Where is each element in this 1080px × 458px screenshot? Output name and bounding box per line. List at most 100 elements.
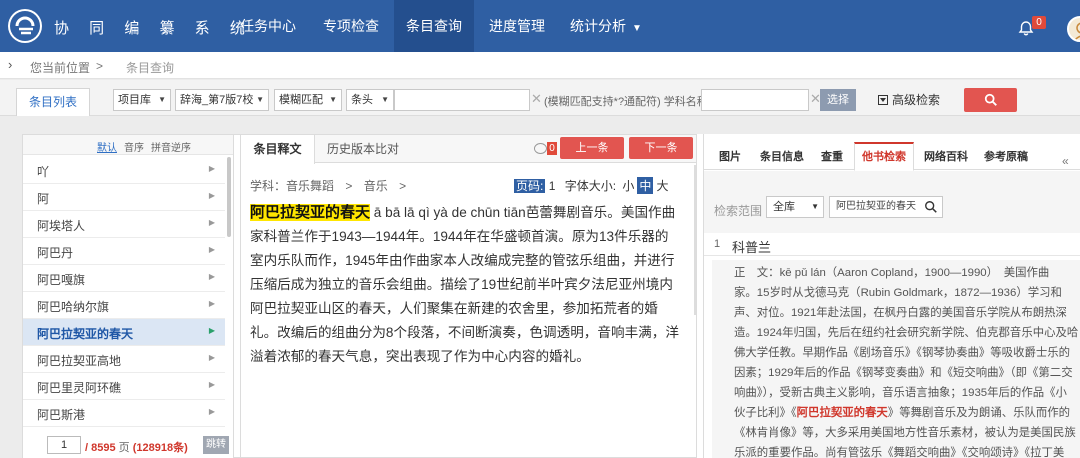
nav-statistics[interactable]: 统计分析 ▼ [560,0,652,52]
tab-entry-info[interactable]: 条目信息 [754,142,810,170]
chevron-right-icon: ▶ [208,353,215,362]
match-mode-value: 模糊匹配 [279,94,323,106]
list-item-label: 阿 [37,192,50,206]
list-item[interactable]: 阿巴嘎旗 ▶ [23,265,225,292]
tab-images[interactable]: 图片 [712,142,748,170]
nav-statistics-label: 统计分析 [570,18,627,34]
list-item[interactable]: 阿巴斯港 ▶ [23,400,225,427]
nav-task-center[interactable]: 任务中心 [228,0,308,52]
tab-version-compare[interactable]: 历史版本比对 [317,135,409,163]
system-title: 协 同 编 纂 系 统 [54,20,253,37]
page-unit: 页 [118,442,130,454]
chevron-down-icon: ▼ [811,202,819,211]
entry-body: 阿巴拉契亚的春天 ā bā lā qì yà de chūn tiān芭蕾舞剧音… [250,201,682,369]
list-item[interactable]: 阿巴哈纳尔旗 ▶ [23,292,225,319]
choose-subject-button[interactable]: 选择 [820,89,856,111]
list-item[interactable]: 阿巴里灵阿环礁 ▶ [23,373,225,400]
keyword-input[interactable] [394,89,530,111]
tab-entry-text[interactable]: 条目释文 [241,135,315,164]
collapse-panel-icon[interactable]: « [1062,154,1069,168]
subject-input[interactable] [701,89,809,111]
sort-bar: 默认 音序 拼音逆序 [23,135,233,155]
field-select[interactable]: 条头 ▼ [346,89,394,111]
breadcrumb-separator: > [96,59,104,73]
advanced-search-toggle[interactable]: 高级检索 [878,91,940,108]
result-header[interactable]: 1 科普兰 [704,234,1080,256]
font-medium-button[interactable]: 中 [637,177,654,194]
sort-default[interactable]: 默认 [97,139,117,154]
subject-path: 学科：音乐舞蹈 > 音乐 > [250,177,406,194]
detail-tabs: 条目释文 历史版本比对 0 上一条 下一条 [241,135,696,164]
previous-entry-button[interactable]: 上一条 [560,137,624,159]
font-small-button[interactable]: 小 [620,177,636,194]
sort-pinyin-reverse[interactable]: 拼音逆序 [151,139,191,154]
user-avatar[interactable] [1067,16,1080,42]
next-entry-button[interactable]: 下一条 [629,137,693,159]
clear-keyword-icon[interactable]: ✕ [531,91,542,107]
tab-duplicate-check[interactable]: 查重 [814,142,850,170]
library-select[interactable]: 项目库 ▼ [113,89,171,111]
app-logo[interactable] [8,9,42,43]
chevron-right-icon: ▶ [208,191,215,200]
nav-progress-management[interactable]: 进度管理 [476,0,558,52]
chevron-right-icon: ▶ [208,380,215,389]
result-line: 家。15岁时从戈德马克（Rubin Goldmark，1872—1936）学习和 [734,287,1062,299]
result-line: 乐派的重要作品。尚有管弦乐《舞蹈交响曲》《交响颂诗》《拉丁美 [734,447,1065,458]
chevron-right-icon: ▶ [208,299,215,308]
search-hint: (模糊匹配支持*?通配符) 学科名称 [544,96,708,108]
match-mode-select[interactable]: 模糊匹配 ▼ [274,89,342,111]
search-toolbar: 条目列表 项目库 ▼ 辞海_第7版7校 ▼ 模糊匹配 ▼ 条头 ▼ ✕ (模糊匹配支持*… [0,80,1080,116]
scope-label: 检索范围 [714,204,763,218]
tab-other-books-search[interactable]: 他书检索 [854,142,914,171]
result-line: 声、对位。1921年赴法国，在枫丹白露的美国音乐学院从布朗热深 [734,307,1067,319]
comment-icon[interactable] [534,143,547,154]
breadcrumb-current: 条目查询 [126,61,175,75]
nav-special-check[interactable]: 专项检查 [310,0,392,52]
chevron-down-icon: ▼ [632,23,642,34]
search-button[interactable] [964,88,1017,112]
page-number-input[interactable]: 1 [47,436,81,454]
list-item[interactable]: 阿巴拉契亚高地 ▶ [23,346,225,373]
comment-badge: 0 [547,142,557,155]
list-item-label: 阿埃塔人 [37,219,86,233]
entry-list-scrollbar[interactable] [227,157,231,237]
list-item-label: 阿巴拉契亚的春天 [37,327,134,341]
chevron-down-icon: ▼ [158,95,166,104]
list-item[interactable]: 阿埃塔人 ▶ [23,211,225,238]
result-body: 正 文：kē pǔ lán（Aaron Copland，1900—1990） 美… [712,260,1080,458]
search-icon[interactable] [924,200,938,214]
reference-panel: 图片 条目信息 查重 他书检索 网络百科 参考原稿 « 检索范围 全库 ▼ 阿巴拉… [703,134,1080,458]
list-item[interactable]: 吖 ▶ [23,157,225,184]
tab-web-encyclopedia[interactable]: 网络百科 [918,142,974,170]
edition-select[interactable]: 辞海_第7版7校 ▼ [175,89,269,111]
list-item[interactable]: 阿巴拉契亚的春天 ▶ [23,319,225,346]
app-logo-icon [10,11,40,41]
chevron-right-icon: ▶ [208,407,215,416]
list-item-label: 阿巴哈纳尔旗 [37,300,110,314]
result-line: 因素；1929年后的作品《钢琴变奏曲》和《短交响曲》（即《第二交 [734,367,1073,379]
font-size-label: 字体大小: [564,179,617,193]
breadcrumb-arrow-icon: › [8,57,13,72]
jump-button[interactable]: 跳转 [203,436,229,454]
list-item[interactable]: 阿巴丹 ▶ [23,238,225,265]
sort-phonetic[interactable]: 音序 [124,139,144,154]
scope-select[interactable]: 全库 ▼ [766,196,824,218]
breadcrumb-location: 您当前位置 [30,61,91,75]
field-select-value: 条头 [351,94,373,106]
tab-reference-manuscript[interactable]: 参考原稿 [978,142,1034,170]
tab-entry-list[interactable]: 条目列表 [16,88,90,116]
font-large-button[interactable]: 大 [654,177,670,194]
chevron-right-icon: ▶ [208,218,215,227]
detail-scrollbar[interactable] [694,165,696,315]
chevron-right-icon: ▶ [208,326,215,335]
chevron-down-icon: ▼ [381,95,389,104]
nav-entry-query[interactable]: 条目查询 [394,0,474,52]
list-item[interactable]: 阿 ▶ [23,184,225,211]
chevron-right-icon: ▶ [208,164,215,173]
scope-query-input[interactable]: 阿巴拉契亚的春天 [829,196,943,218]
entry-detail-panel: 条目释文 历史版本比对 0 上一条 下一条 学科：音乐舞蹈 > 音乐 > 页码:… [240,134,697,458]
list-item-label: 阿巴里灵阿环礁 [37,381,122,395]
result-index: 1 [714,238,721,250]
chevron-down-icon: ▼ [329,95,337,104]
list-item-label: 阿巴嘎旗 [37,273,86,287]
